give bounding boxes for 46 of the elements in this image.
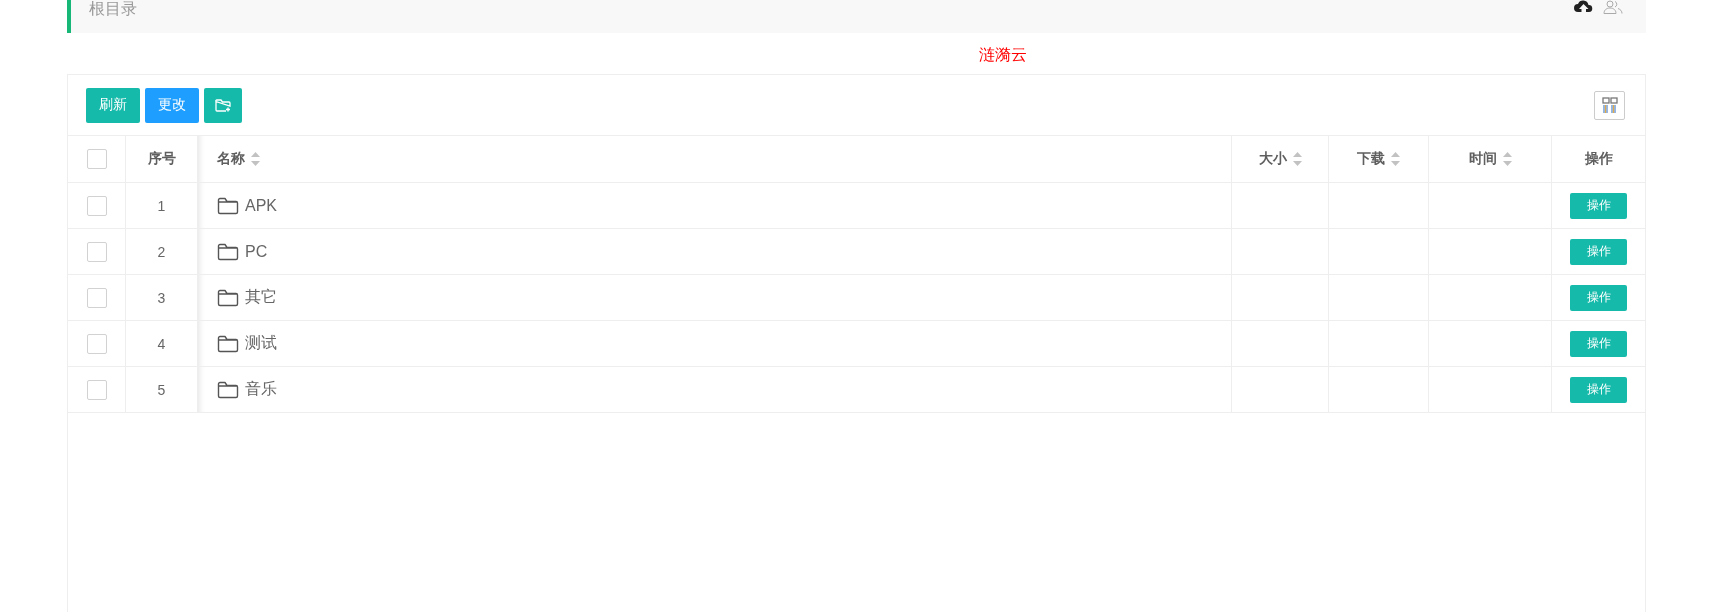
- row-number: 5: [126, 367, 198, 412]
- row-number: 4: [126, 321, 198, 366]
- folder-name[interactable]: 其它: [245, 287, 277, 308]
- folder-icon: [217, 196, 239, 215]
- action-button[interactable]: 操作: [1570, 330, 1627, 357]
- new-folder-button[interactable]: [204, 87, 242, 123]
- checkbox[interactable]: [86, 195, 107, 216]
- users-icon[interactable]: [1603, 0, 1623, 14]
- checkbox[interactable]: [86, 333, 107, 354]
- column-header: 操作: [1584, 150, 1613, 168]
- folder-plus-icon: [215, 98, 231, 112]
- sort-icon[interactable]: [1391, 152, 1400, 166]
- sort-icon[interactable]: [1292, 152, 1302, 166]
- action-button[interactable]: 操作: [1570, 238, 1627, 265]
- brand-text: 涟漪云: [979, 45, 1027, 65]
- folder-name[interactable]: PC: [245, 242, 268, 261]
- action-button[interactable]: 操作: [1570, 376, 1627, 403]
- action-button[interactable]: 操作: [1570, 192, 1627, 219]
- checkbox[interactable]: [86, 379, 107, 400]
- toolbar-button[interactable]: 更改: [145, 87, 199, 123]
- row-number: 1: [126, 183, 198, 228]
- column-header: 下载: [1357, 150, 1385, 168]
- columns-icon: [1601, 97, 1618, 113]
- folder-name[interactable]: APK: [245, 196, 277, 215]
- toolbar-button[interactable]: 刷新: [86, 87, 140, 123]
- folder-icon: [217, 334, 239, 353]
- checkbox[interactable]: [86, 241, 107, 262]
- action-button[interactable]: 操作: [1570, 284, 1627, 311]
- row-number: 3: [126, 275, 198, 320]
- folder-name[interactable]: 音乐: [245, 379, 277, 400]
- checkbox[interactable]: [86, 149, 107, 169]
- sort-icon[interactable]: [251, 152, 260, 166]
- folder-icon: [217, 380, 239, 399]
- folder-name[interactable]: 测试: [245, 333, 277, 354]
- columns-button[interactable]: [1594, 90, 1625, 120]
- column-header: 大小: [1258, 150, 1287, 168]
- checkbox[interactable]: [86, 287, 107, 308]
- sort-icon[interactable]: [1502, 152, 1512, 166]
- folder-icon: [217, 288, 239, 307]
- folder-icon: [217, 242, 239, 261]
- row-number: 2: [126, 229, 198, 274]
- cloud-upload-icon[interactable]: [1574, 0, 1593, 12]
- column-header: 名称: [217, 150, 245, 168]
- breadcrumb-title: 根目录: [89, 0, 137, 18]
- column-header: 时间: [1468, 150, 1497, 168]
- column-header: 序号: [147, 150, 176, 168]
